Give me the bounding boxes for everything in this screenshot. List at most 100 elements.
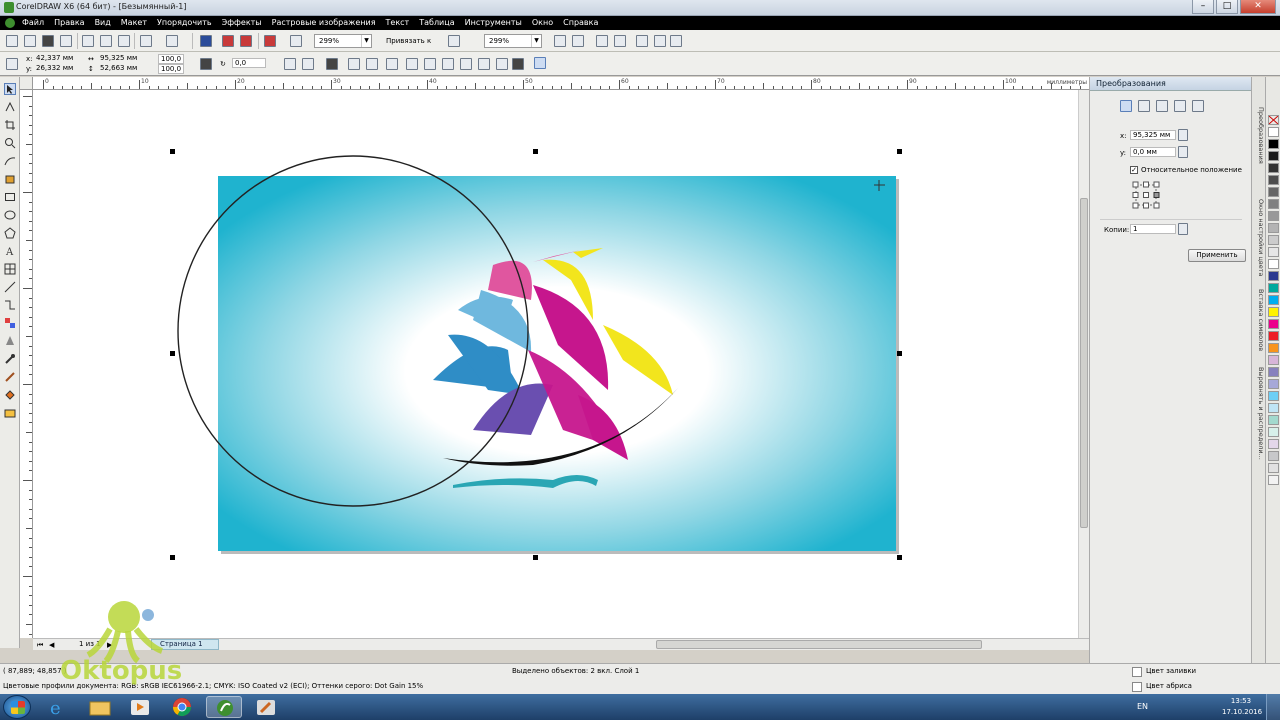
width-field[interactable]: 95,325 мм (98, 54, 148, 64)
dimension-tool-icon[interactable] (4, 281, 16, 293)
rectangle-tool-icon[interactable] (4, 191, 16, 203)
outline-color-label[interactable]: Цвет абриса (1146, 682, 1192, 690)
rotate-mode-icon[interactable] (1138, 100, 1150, 112)
zoom-out-icon[interactable] (572, 35, 584, 47)
text-tool-icon[interactable]: A (4, 245, 16, 258)
palette-swatch[interactable] (1268, 235, 1279, 245)
ruler-origin[interactable] (20, 77, 33, 90)
palette-swatch[interactable] (1268, 319, 1279, 329)
palette-swatch[interactable] (1268, 175, 1279, 185)
relative-position-checkbox[interactable]: ✓ (1130, 166, 1138, 174)
connector-tool-icon[interactable] (4, 299, 16, 311)
polygon-tool-icon[interactable] (4, 227, 16, 239)
x-position-field[interactable]: 42,337 мм (34, 54, 80, 64)
mirror-horizontal-icon[interactable] (284, 58, 296, 70)
menu-item[interactable]: Инструменты (465, 17, 522, 29)
palette-swatch[interactable] (1268, 295, 1279, 305)
docker-tab-align[interactable]: Выровнять и распредели... (1253, 367, 1265, 463)
palette-swatch[interactable] (1268, 247, 1279, 257)
menu-item[interactable]: Упорядочить (157, 17, 212, 29)
position-mode-icon[interactable] (1120, 100, 1132, 112)
scale-mirror-mode-icon[interactable] (1156, 100, 1168, 112)
size-mode-icon[interactable] (1174, 100, 1186, 112)
undo-icon[interactable] (140, 35, 152, 47)
smart-fill-tool-icon[interactable] (4, 173, 16, 185)
align-distribute-icon[interactable] (534, 57, 546, 69)
start-button[interactable] (3, 695, 31, 719)
zoom-page-icon[interactable] (636, 35, 648, 47)
search-content-icon[interactable] (200, 35, 212, 47)
zoom-height-icon[interactable] (670, 35, 682, 47)
palette-swatch[interactable] (1268, 427, 1279, 437)
copies-spinner-icon[interactable] (1178, 223, 1188, 235)
group-icon[interactable] (326, 58, 338, 70)
palette-swatch[interactable] (1268, 475, 1279, 485)
create-boundary-icon[interactable] (512, 58, 524, 70)
palette-swatch[interactable] (1268, 463, 1279, 473)
prev-page-icon[interactable]: ◀ (49, 641, 54, 650)
palette-swatch[interactable] (1268, 355, 1279, 365)
outline-pen-tool-icon[interactable] (4, 371, 16, 383)
menu-item[interactable]: Файл (22, 17, 44, 29)
palette-swatch[interactable] (1268, 283, 1279, 293)
palette-swatch[interactable] (1268, 223, 1279, 233)
docker-x-field[interactable]: 95,325 мм (1130, 130, 1176, 140)
open-icon[interactable] (24, 35, 36, 47)
copy-icon[interactable] (100, 35, 112, 47)
vertical-scrollbar[interactable] (1078, 90, 1089, 638)
back-minus-front-icon[interactable] (496, 58, 508, 70)
pick-tool-icon[interactable] (4, 83, 16, 95)
clock-time[interactable]: 13:53 (1226, 697, 1256, 705)
options-icon[interactable] (448, 35, 460, 47)
freehand-tool-icon[interactable] (4, 155, 16, 167)
shape-tool-icon[interactable] (4, 101, 16, 113)
palette-swatch[interactable] (1268, 199, 1279, 209)
zoom-selected-icon[interactable] (596, 35, 608, 47)
coreldraw-taskbar-icon[interactable] (206, 696, 242, 718)
show-desktop-button[interactable] (1266, 694, 1280, 720)
file-explorer-taskbar-icon[interactable] (82, 696, 118, 718)
blend-tool-icon[interactable] (4, 317, 16, 329)
zoom-tool-icon[interactable] (4, 137, 16, 149)
clock-date[interactable]: 17.10.2016 (1222, 708, 1262, 716)
trim-icon[interactable] (424, 58, 436, 70)
redo-icon[interactable] (166, 35, 178, 47)
zoom-in-icon[interactable] (554, 35, 566, 47)
page-background-rect[interactable] (218, 176, 899, 554)
front-minus-back-icon[interactable] (478, 58, 490, 70)
crop-tool-icon[interactable] (4, 119, 16, 131)
palette-swatch[interactable] (1268, 367, 1279, 377)
transparency-tool-icon[interactable] (4, 335, 16, 347)
export-icon[interactable] (240, 35, 252, 47)
palette-swatch[interactable] (1268, 439, 1279, 449)
intersect-icon[interactable] (442, 58, 454, 70)
menu-item[interactable]: Эффекты (222, 17, 262, 29)
zoom-combo[interactable]: 299% ▼ (314, 34, 372, 48)
menu-item[interactable]: Таблица (419, 17, 454, 29)
docker-tab-transformations[interactable]: Преобразования (1253, 107, 1265, 177)
palette-swatch[interactable] (1268, 151, 1279, 161)
mirror-vertical-icon[interactable] (302, 58, 314, 70)
palette-swatch[interactable] (1268, 139, 1279, 149)
palette-swatch[interactable] (1268, 379, 1279, 389)
close-button[interactable]: ✕ (1240, 0, 1276, 14)
simplify-icon[interactable] (460, 58, 472, 70)
docker-tab-color[interactable]: Окно настройки цвета (1253, 199, 1265, 279)
palette-swatch[interactable] (1268, 391, 1279, 401)
y-spinner-icon[interactable] (1178, 146, 1188, 158)
menu-item[interactable]: Макет (121, 17, 147, 29)
table-tool-icon[interactable] (4, 263, 16, 275)
maximize-button[interactable]: □ (1216, 0, 1238, 14)
zoom-combo-2[interactable]: 299% ▼ (484, 34, 542, 48)
drawing-canvas[interactable] (33, 90, 1078, 638)
palette-swatch[interactable] (1268, 259, 1279, 269)
ungroup-all-icon[interactable] (366, 58, 378, 70)
y-position-field[interactable]: 26,332 мм (34, 64, 80, 74)
ellipse-tool-icon[interactable] (4, 209, 16, 221)
media-player-taskbar-icon[interactable] (122, 696, 158, 718)
zoom-all-icon[interactable] (614, 35, 626, 47)
minimize-button[interactable]: – (1192, 0, 1214, 14)
chrome-taskbar-icon[interactable] (164, 696, 200, 718)
first-page-icon[interactable]: ⏮ (37, 641, 43, 650)
height-field[interactable]: 52,663 мм (98, 64, 148, 74)
